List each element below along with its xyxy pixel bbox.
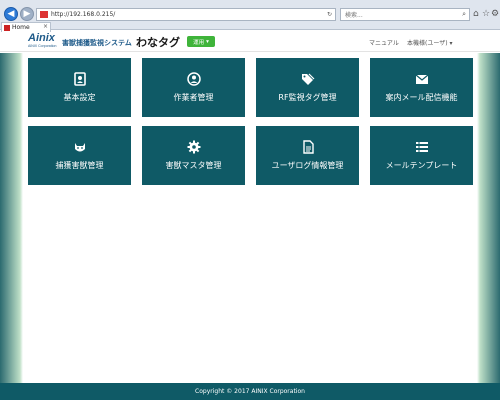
- site-header: Ainix AINIX Corporation 害獣捕獲監視システム わなタグ …: [0, 32, 500, 52]
- tile-animal-master[interactable]: 害獣マスタ管理: [142, 126, 245, 185]
- tile-label: RF監視タグ管理: [278, 93, 337, 102]
- caret-down-icon: ▾: [206, 38, 209, 45]
- user-menu[interactable]: 本機様(ユーザ) ▾: [407, 38, 453, 47]
- tab-bar: Home ×: [0, 22, 500, 32]
- tile-user-log[interactable]: ユーザログ情報管理: [256, 126, 359, 185]
- url-text[interactable]: http://192.168.0.215/: [51, 11, 327, 18]
- manual-link[interactable]: マニュアル: [369, 38, 399, 47]
- tile-label: メールテンプレート: [385, 161, 458, 170]
- list-icon: [415, 142, 428, 152]
- caret-down-icon: ▾: [449, 40, 453, 47]
- mode-button-label: 運用: [193, 39, 205, 46]
- gear-icon: [187, 140, 200, 154]
- browser-search-box[interactable]: 検索... ⌕: [340, 8, 470, 21]
- address-bar[interactable]: http://192.168.0.215/ ↻: [36, 8, 336, 21]
- back-arrow-icon: ◀: [7, 9, 15, 19]
- system-name: 害獣捕獲監視システム: [62, 39, 132, 47]
- tile-label: 捕獲害獣管理: [55, 161, 104, 170]
- user-circle-icon: [186, 72, 201, 86]
- favorites-star-icon[interactable]: ☆: [482, 9, 490, 19]
- brand-title: わなタグ: [136, 36, 180, 49]
- user-menu-label: 本機様(ユーザ): [407, 40, 448, 47]
- tab-label: Home: [12, 24, 30, 31]
- refresh-icon[interactable]: ↻: [327, 11, 332, 18]
- settings-gear-icon[interactable]: ⚙: [491, 9, 499, 19]
- site-favicon-icon: [40, 11, 48, 18]
- tile-label: 基本設定: [63, 93, 96, 102]
- ainix-logo[interactable]: Ainix AINIX Corporation: [28, 32, 57, 49]
- tile-mail-template[interactable]: メールテンプレート: [370, 126, 473, 185]
- logo-sub-text: AINIX Corporation: [28, 44, 57, 48]
- tile-basic-settings[interactable]: 基本設定: [28, 58, 131, 117]
- tile-label: 作業者管理: [173, 93, 214, 102]
- tile-worker-management[interactable]: 作業者管理: [142, 58, 245, 117]
- tile-rf-tag-management[interactable]: RF監視タグ管理: [256, 58, 359, 117]
- home-icon[interactable]: ⌂: [473, 9, 479, 19]
- animal-face-icon: [74, 143, 85, 152]
- mode-dropdown-button[interactable]: 運用 ▾: [187, 36, 215, 47]
- main-content: 基本設定 作業者管理 RF監視タグ管理 案内メール配信機能 捕獲害獣管理 害獣マ…: [0, 53, 500, 383]
- back-button[interactable]: ◀: [4, 7, 18, 21]
- tab-favicon-icon: [4, 24, 10, 31]
- search-placeholder[interactable]: 検索...: [345, 10, 462, 19]
- tile-captured-animal-management[interactable]: 捕獲害獣管理: [28, 126, 131, 185]
- document-icon: [302, 140, 314, 154]
- tile-label: 害獣マスタ管理: [165, 161, 222, 170]
- tile-label: 案内メール配信機能: [385, 93, 458, 102]
- footer: Copyright © 2017 AINIX Corporation: [0, 383, 500, 400]
- tab-home[interactable]: Home ×: [1, 22, 51, 32]
- contact-card-icon: [73, 72, 86, 86]
- copyright-text: Copyright © 2017 AINIX Corporation: [195, 388, 305, 395]
- tile-label: ユーザログ情報管理: [271, 161, 344, 170]
- tile-guide-mail[interactable]: 案内メール配信機能: [370, 58, 473, 117]
- search-icon[interactable]: ⌕: [462, 10, 466, 19]
- tab-close-icon[interactable]: ×: [43, 23, 48, 30]
- forward-button[interactable]: ▶: [20, 7, 34, 21]
- forward-arrow-icon: ▶: [23, 9, 31, 19]
- tags-icon: [301, 73, 314, 85]
- logo-main-text: Ainix: [28, 32, 55, 44]
- envelope-icon: [415, 74, 428, 84]
